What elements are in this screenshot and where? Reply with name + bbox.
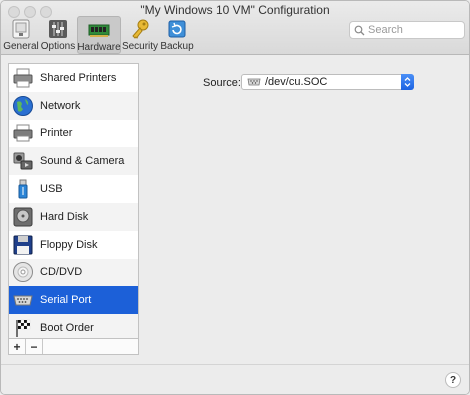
backup-icon	[168, 20, 186, 38]
serial-port-icon	[247, 78, 261, 86]
tab-security[interactable]: Security	[122, 16, 158, 54]
window-footer	[1, 364, 469, 394]
add-device-button[interactable]: +	[9, 339, 26, 354]
tab-general-label: General	[3, 41, 39, 52]
hard-disk-icon	[13, 207, 33, 227]
usb-icon	[18, 179, 28, 199]
list-item-label: Hard Disk	[40, 210, 89, 223]
popup-arrows-icon	[401, 74, 414, 90]
list-item-label: Sound & Camera	[40, 155, 125, 168]
tab-security-label: Security	[121, 41, 159, 52]
help-button[interactable]: ?	[445, 372, 461, 388]
list-item-floppy-disk[interactable]: Floppy Disk	[9, 231, 138, 259]
list-item-printer[interactable]: Printer	[9, 120, 138, 148]
list-item-network[interactable]: Network	[9, 91, 138, 120]
shared-printers-icon	[13, 68, 33, 88]
hardware-device-list: Shared Printers Network Printer Sound & …	[8, 63, 139, 339]
tab-hardware-label: Hardware	[77, 42, 121, 53]
list-item-label: Floppy Disk	[40, 238, 98, 251]
tab-backup-label: Backup	[160, 41, 194, 52]
source-value: /dev/cu.SOC	[265, 76, 328, 88]
security-icon	[132, 19, 149, 39]
serial-port-icon	[13, 295, 33, 306]
list-item-serial-port[interactable]: Serial Port	[9, 286, 138, 315]
source-label: Source:	[203, 77, 241, 89]
list-item-label: Serial Port	[40, 294, 92, 307]
list-item-label: Network	[40, 99, 81, 112]
list-item-hard-disk[interactable]: Hard Disk	[9, 202, 138, 231]
source-popup-button[interactable]: /dev/cu.SOC	[241, 74, 414, 90]
tab-backup[interactable]: Backup	[159, 16, 195, 54]
hardware-icon	[88, 24, 110, 37]
list-item-shared-printers[interactable]: Shared Printers	[9, 64, 138, 92]
toolbar-tabs: General Options Hardware Security Backup	[3, 16, 196, 54]
tab-options[interactable]: Options	[40, 16, 76, 54]
list-item-usb[interactable]: USB	[9, 175, 138, 203]
window-title: "My Windows 10 VM" Configuration	[140, 3, 330, 17]
list-item-sound-camera[interactable]: Sound & Camera	[9, 147, 138, 176]
list-item-label: Printer	[40, 127, 73, 140]
tab-hardware[interactable]: Hardware	[77, 16, 121, 54]
device-list-footer: + −	[8, 339, 139, 355]
list-item-boot-order[interactable]: Boot Order	[9, 314, 138, 338]
search-icon	[354, 25, 365, 35]
options-icon	[49, 20, 67, 38]
list-item-label: Shared Printers	[40, 71, 117, 84]
search-field[interactable]	[349, 21, 465, 39]
list-item-label: Boot Order	[40, 322, 94, 335]
list-item-cd-dvd[interactable]: CD/DVD	[9, 258, 138, 287]
sound-camera-icon	[13, 152, 33, 170]
printer-icon	[13, 124, 33, 142]
network-icon	[13, 95, 33, 116]
toolbar: "My Windows 10 VM" Configuration General	[1, 1, 469, 55]
remove-device-button[interactable]: −	[26, 339, 43, 354]
tab-general[interactable]: General	[3, 16, 39, 54]
boot-order-icon	[16, 319, 31, 338]
list-item-label: CD/DVD	[40, 266, 83, 279]
floppy-disk-icon	[13, 235, 33, 255]
general-icon	[12, 19, 30, 39]
cd-dvd-icon	[13, 262, 33, 283]
configuration-window: "My Windows 10 VM" Configuration General	[0, 0, 470, 395]
search-input[interactable]	[365, 24, 458, 36]
list-item-label: USB	[40, 183, 63, 196]
tab-options-label: Options	[40, 41, 76, 52]
